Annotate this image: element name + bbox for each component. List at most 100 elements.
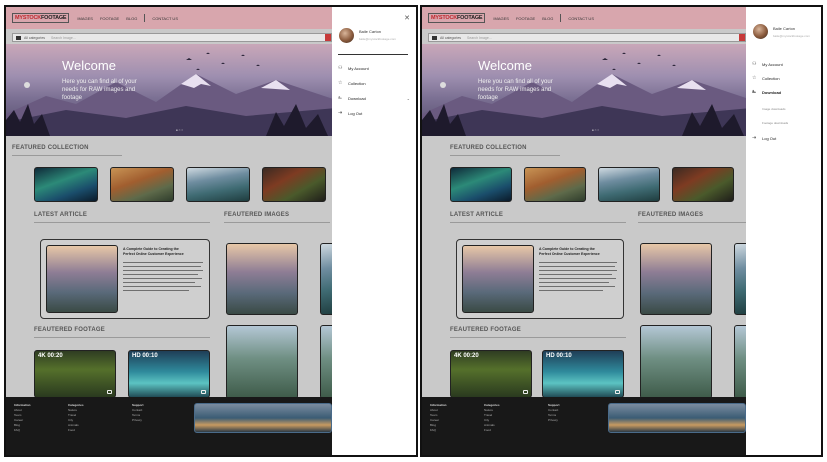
featured-image[interactable] <box>226 243 298 315</box>
collection-thumb[interactable] <box>186 167 250 202</box>
footer-link[interactable]: Food <box>68 428 84 433</box>
footage-card[interactable]: 4K 00:20 <box>34 350 116 398</box>
featured-image[interactable] <box>226 325 298 399</box>
latest-article-heading: LATEST ARTICLE <box>34 212 88 218</box>
article-title-line2: Perfect Online Customer Experience <box>123 252 184 256</box>
collection-thumb[interactable] <box>262 167 326 202</box>
nav-divider <box>560 14 562 22</box>
footer-link[interactable]: Food <box>484 428 500 433</box>
user-drawer: Baile Carton baile@mystockfootage.com ⚇ … <box>746 7 821 455</box>
mountain-illustration <box>6 52 332 136</box>
chevron-down-icon[interactable]: ⌄ <box>407 96 410 101</box>
search-bar[interactable]: All categories Search Image... <box>12 33 332 42</box>
menu-log-out[interactable]: ⇥ Log Out <box>752 133 815 143</box>
article-card[interactable]: A Complete Guide to Creating the Perfect… <box>456 239 624 319</box>
footer-link[interactable]: FAQ <box>14 428 31 433</box>
collection-thumb[interactable] <box>450 167 512 202</box>
nav-footage[interactable]: FOOTAGE <box>516 16 535 21</box>
collection-thumb[interactable] <box>110 167 174 202</box>
nav-footage[interactable]: FOOTAGE <box>100 16 119 21</box>
nav-blog[interactable]: BLOG <box>126 16 137 21</box>
menu-label: My Account <box>762 61 783 67</box>
footer-link[interactable]: Privacy <box>548 418 560 423</box>
footer-link[interactable]: Privacy <box>132 418 144 423</box>
featured-image[interactable] <box>320 325 332 399</box>
hero-title: Welcome <box>62 58 116 73</box>
nav-contact-us[interactable]: CONTACT US <box>152 16 178 21</box>
featured-image[interactable] <box>734 325 746 399</box>
submenu-footage-downloads[interactable]: Footage downloads <box>762 121 788 125</box>
article-text <box>123 286 201 287</box>
featured-image[interactable] <box>320 243 332 315</box>
menu-my-account[interactable]: ⚇ My Account <box>338 63 410 73</box>
featured-image[interactable] <box>640 243 712 315</box>
footer: Information About Team Career Blog FAQ C… <box>422 397 746 455</box>
menu-collection[interactable]: ☆ Collection <box>752 73 815 83</box>
section-divider <box>450 222 626 223</box>
submenu-image-downloads[interactable]: Image downloads <box>762 107 786 111</box>
menu-download[interactable]: ⎁ Download <box>752 87 815 97</box>
hero-banner: Welcome Here you can find all of your ne… <box>6 44 332 136</box>
featured-images-heading: FEAUTERED IMAGES <box>638 212 704 218</box>
carousel-prev-dot[interactable] <box>440 82 446 88</box>
collection-thumb[interactable] <box>598 167 660 202</box>
footer-link[interactable]: FAQ <box>430 428 447 433</box>
carousel-indicator[interactable]: ● ○ ○ <box>592 128 599 132</box>
featured-image[interactable] <box>734 243 746 315</box>
article-text <box>123 266 201 267</box>
close-icon[interactable]: ✕ <box>404 14 410 22</box>
article-image <box>46 245 118 313</box>
footer-col-info: Information About Team Career Blog FAQ <box>430 403 447 433</box>
search-bar[interactable]: All categories Search Image... <box>428 33 746 42</box>
search-scope[interactable]: All categories <box>24 36 45 40</box>
cart-icon[interactable] <box>107 390 112 394</box>
search-scope[interactable]: All categories <box>440 36 461 40</box>
cart-icon[interactable] <box>523 390 528 394</box>
article-text <box>539 282 609 283</box>
collection-thumb[interactable] <box>34 167 98 202</box>
carousel-prev-dot[interactable] <box>24 82 30 88</box>
article-text <box>539 278 616 279</box>
cart-icon[interactable] <box>201 390 206 394</box>
avatar[interactable] <box>753 24 768 39</box>
user-email: baile@mystockfootage.com <box>359 37 396 41</box>
menu-log-out[interactable]: ⇥ Log Out <box>338 108 410 118</box>
article-text <box>123 282 195 283</box>
mountain-illustration <box>422 52 746 136</box>
screenshot-root: MYSTOCKFOOTAGE IMAGES FOOTAGE BLOG CONTA… <box>0 0 827 462</box>
top-nav: MYSTOCKFOOTAGE IMAGES FOOTAGE BLOG CONTA… <box>422 7 746 29</box>
menu-download[interactable]: ⎁ Download ⌄ <box>338 93 410 103</box>
footage-card[interactable]: HD 00:10 <box>542 350 624 398</box>
menu-my-account[interactable]: ⚇ My Account <box>752 59 815 69</box>
avatar[interactable] <box>339 28 354 43</box>
footer-banner-image <box>194 403 332 433</box>
article-title-line1: A Complete Guide to Creating the <box>123 247 179 251</box>
section-divider <box>638 222 746 223</box>
nav-contact-us[interactable]: CONTACT US <box>568 16 594 21</box>
latest-article-heading: LATEST ARTICLE <box>450 212 504 218</box>
collection-thumb[interactable] <box>672 167 734 202</box>
search-button[interactable] <box>325 34 331 41</box>
section-divider <box>12 155 122 156</box>
featured-image[interactable] <box>640 325 712 399</box>
site-logo[interactable]: MYSTOCKFOOTAGE <box>12 13 70 23</box>
collection-thumb[interactable] <box>524 167 586 202</box>
site-logo[interactable]: MYSTOCKFOOTAGE <box>428 13 486 23</box>
cart-icon[interactable] <box>615 390 620 394</box>
nav-images[interactable]: IMAGES <box>77 16 93 21</box>
search-input[interactable]: Search Image... <box>51 36 76 40</box>
user-name: Baile Carton <box>773 26 796 31</box>
featured-images-heading: FEAUTERED IMAGES <box>224 212 290 218</box>
footage-card[interactable]: HD 00:10 <box>128 350 210 398</box>
menu-collection[interactable]: ☆ Collection <box>338 78 410 88</box>
section-divider <box>450 155 560 156</box>
search-button[interactable] <box>739 34 745 41</box>
carousel-indicator[interactable]: ● ○ ○ <box>176 128 183 132</box>
nav-images[interactable]: IMAGES <box>493 16 509 21</box>
article-text <box>123 262 203 263</box>
user-name: Baile Carton <box>359 29 382 34</box>
search-input[interactable]: Search Image... <box>467 36 492 40</box>
nav-blog[interactable]: BLOG <box>542 16 553 21</box>
article-card[interactable]: A Complete Guide to Creating the Perfect… <box>40 239 210 319</box>
footage-card[interactable]: 4K 00:20 <box>450 350 532 398</box>
